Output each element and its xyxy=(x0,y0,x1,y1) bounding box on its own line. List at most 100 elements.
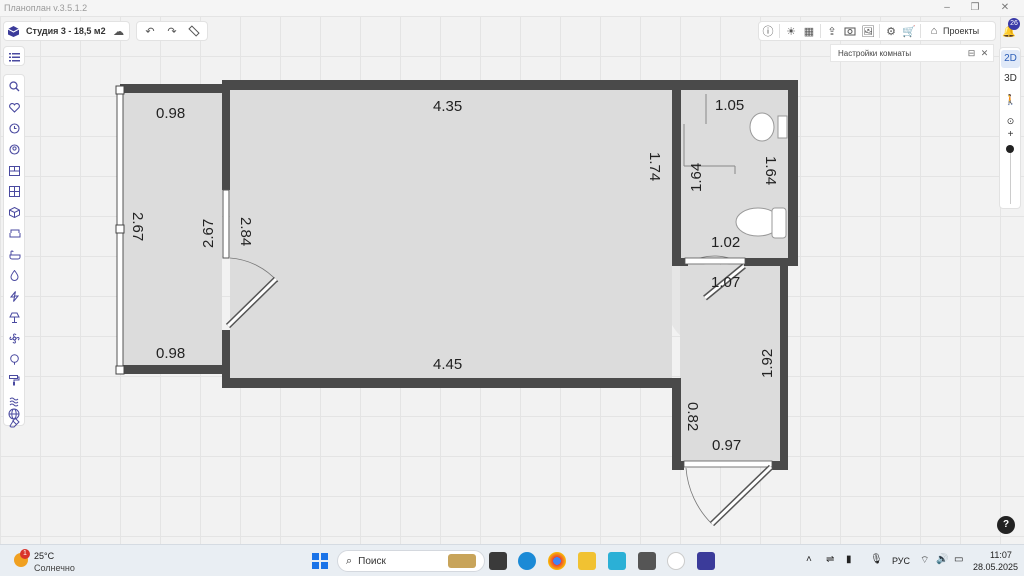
gear-icon[interactable]: ⚙ xyxy=(882,22,900,40)
view-3d-button[interactable]: 3D xyxy=(1001,70,1020,88)
app-icon[interactable] xyxy=(608,552,626,570)
app-logo-icon[interactable] xyxy=(4,22,22,40)
search-icon[interactable] xyxy=(6,78,23,95)
search-label: Поиск xyxy=(358,555,386,567)
ruler-icon[interactable] xyxy=(185,22,203,40)
globe-icon[interactable] xyxy=(5,405,22,422)
camera-icon[interactable] xyxy=(841,22,859,40)
dim-room-bottom[interactable]: 4.45 xyxy=(433,356,462,373)
window-corner-handle[interactable] xyxy=(115,85,125,95)
language-indicator[interactable]: РУС xyxy=(892,556,910,566)
file-explorer-icon[interactable] xyxy=(578,552,596,570)
undo-icon[interactable]: ↶ xyxy=(141,22,159,40)
walk-mode-icon[interactable]: 🚶 xyxy=(1001,92,1020,110)
layers-list-button[interactable] xyxy=(3,46,25,66)
zoom-slider-handle[interactable] xyxy=(1006,145,1014,153)
paint-roller-icon[interactable] xyxy=(6,372,23,389)
battery-status-icon[interactable]: ▭ xyxy=(954,554,963,565)
lightning-icon[interactable] xyxy=(6,288,23,305)
help-button[interactable]: ? xyxy=(997,516,1015,534)
sofa-icon[interactable] xyxy=(6,225,23,242)
notification-badge: 26 xyxy=(1008,18,1020,30)
window-frame-icon[interactable] xyxy=(6,183,23,200)
dim-bath-right[interactable]: 1.64 xyxy=(762,156,779,185)
close-icon[interactable]: ✕ xyxy=(978,46,991,60)
drop-icon[interactable] xyxy=(6,267,23,284)
clock-icon[interactable] xyxy=(6,120,23,137)
sliders-icon[interactable]: ⇌ xyxy=(826,554,834,565)
cart-icon[interactable]: 🛒 xyxy=(900,22,918,40)
light-icon[interactable]: ☀ xyxy=(782,22,800,40)
redo-icon[interactable]: ↷ xyxy=(163,22,181,40)
chevron-up-icon[interactable]: ˄ xyxy=(806,554,812,565)
cloud-sync-icon[interactable]: ☁ xyxy=(110,22,128,40)
gallery-icon[interactable]: 🖼 xyxy=(859,22,877,40)
fan-icon[interactable] xyxy=(6,330,23,347)
lamp-icon[interactable] xyxy=(6,309,23,326)
window-title: Планоплан v.3.5.1.2 xyxy=(4,3,88,13)
floor-plan[interactable]: Avito xyxy=(0,16,1024,544)
start-button[interactable] xyxy=(312,553,328,569)
dim-room-top[interactable]: 4.35 xyxy=(433,98,462,115)
dim-balcony-inner[interactable]: 2.67 xyxy=(200,219,217,248)
wifi-icon[interactable]: ⌔ xyxy=(920,554,929,567)
dim-hall-right[interactable]: 1.92 xyxy=(759,349,776,378)
wall-icon[interactable] xyxy=(6,162,23,179)
floorplan-icon[interactable]: ▦ xyxy=(800,22,818,40)
zoom-in-icon[interactable]: + xyxy=(1001,126,1020,144)
dim-room-left[interactable]: 2.84 xyxy=(237,217,254,246)
clock-date[interactable]: 28.05.2025 xyxy=(973,562,1018,572)
calculator-icon[interactable] xyxy=(638,552,656,570)
dim-room-right[interactable]: 1.74 xyxy=(646,152,663,181)
yandex-browser-icon[interactable] xyxy=(667,552,685,570)
dim-bath-bottom[interactable]: 1.02 xyxy=(711,234,740,251)
planoplan-icon[interactable] xyxy=(697,552,715,570)
toolbar-divider xyxy=(920,24,921,38)
zoom-slider-track[interactable] xyxy=(1010,152,1011,204)
dim-bath-left[interactable]: 1.64 xyxy=(688,163,705,192)
dim-bath-top[interactable]: 1.05 xyxy=(715,97,744,114)
edge-icon[interactable] xyxy=(518,552,536,570)
notifications-button[interactable]: 🔔 26 xyxy=(1000,18,1020,40)
taskbar-search[interactable]: ⌕ Поиск xyxy=(337,550,485,572)
main-toolbar: ⓘ ☀ ▦ ⇪ 🖼 ⚙ 🛒 ⌂ Проекты xyxy=(758,21,996,41)
clock-time[interactable]: 11:07 xyxy=(990,550,1012,560)
maximize-button[interactable]: ❐ xyxy=(968,2,982,14)
window-mid-handle[interactable] xyxy=(115,224,125,234)
cube-icon[interactable] xyxy=(6,204,23,221)
dim-balcony-bottom[interactable]: 0.98 xyxy=(156,345,185,362)
close-window-button[interactable]: ✕ xyxy=(998,2,1012,14)
project-title[interactable]: Студия 3 - 18,5 м2 xyxy=(26,26,106,36)
plan-canvas[interactable]: Avito xyxy=(0,16,1024,544)
dim-balcony-top[interactable]: 0.98 xyxy=(156,105,185,122)
battery-icon[interactable]: ▮ xyxy=(846,554,852,565)
share-icon[interactable]: ⇪ xyxy=(823,22,841,40)
heart-icon[interactable] xyxy=(6,99,23,116)
dim-hall-top[interactable]: 1.07 xyxy=(711,274,740,291)
entrance-door[interactable] xyxy=(683,460,774,527)
collapse-panel-icon[interactable]: ⊟ xyxy=(965,46,978,60)
projects-button[interactable]: ⌂ Проекты xyxy=(925,22,979,40)
task-view-icon[interactable] xyxy=(489,552,507,570)
main-room-floor[interactable] xyxy=(230,90,672,378)
search-icon: ⌕ xyxy=(346,554,353,567)
user-icon[interactable] xyxy=(6,141,23,158)
weather-widget[interactable]: 1 25°C Солнечно xyxy=(12,549,92,573)
balcony-door-window[interactable] xyxy=(222,189,230,259)
dim-hall-left[interactable]: 0.82 xyxy=(684,402,701,431)
window-corner-handle[interactable] xyxy=(115,365,125,375)
list-icon xyxy=(6,48,23,65)
search-highlight-image xyxy=(448,554,476,568)
dim-hall-bottom[interactable]: 0.97 xyxy=(712,437,741,454)
bathtub-icon[interactable] xyxy=(6,246,23,263)
dim-balcony-outer[interactable]: 2.67 xyxy=(129,212,146,241)
minimize-button[interactable]: – xyxy=(940,2,954,14)
tree-icon[interactable] xyxy=(6,351,23,368)
sink[interactable] xyxy=(749,112,788,142)
chrome-icon[interactable] xyxy=(548,552,566,570)
microphone-icon[interactable]: 🎙 xyxy=(870,554,883,565)
project-box: Студия 3 - 18,5 м2 ☁ xyxy=(3,21,130,41)
view-2d-button[interactable]: 2D xyxy=(1001,50,1020,68)
volume-icon[interactable]: 🔊 xyxy=(936,554,948,565)
info-icon[interactable]: ⓘ xyxy=(759,22,777,40)
